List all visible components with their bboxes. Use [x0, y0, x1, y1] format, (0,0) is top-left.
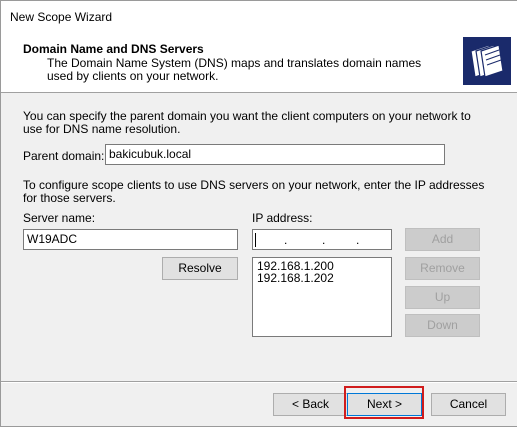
ip-octet-separator: . [356, 233, 360, 247]
cancel-button[interactable]: Cancel [431, 393, 506, 416]
title-bar: New Scope Wizard [1, 1, 517, 31]
dns-servers-intro: To configure scope clients to use DNS se… [23, 178, 485, 205]
page-title: Domain Name and DNS Servers [23, 42, 204, 56]
remove-button[interactable]: Remove [405, 257, 480, 280]
ip-address-label: IP address: [252, 211, 313, 225]
page-description: The Domain Name System (DNS) maps and tr… [47, 56, 422, 83]
server-name-label: Server name: [23, 211, 96, 225]
up-button[interactable]: Up [405, 286, 480, 309]
list-item[interactable]: 192.168.1.202 [257, 272, 387, 284]
parent-domain-label: Parent domain: [23, 149, 105, 163]
text-caret [255, 233, 256, 247]
wizard-header: Domain Name and DNS Servers The Domain N… [1, 31, 517, 93]
parent-domain-intro: You can specify the parent domain you wa… [23, 109, 471, 136]
ip-address-list[interactable]: 192.168.1.200 192.168.1.202 [252, 257, 392, 337]
ip-octet-separator: . [284, 233, 288, 247]
ip-address-input[interactable]: . . . [252, 229, 392, 250]
server-name-input[interactable]: W19ADC [23, 229, 238, 250]
add-button[interactable]: Add [405, 228, 480, 251]
back-button[interactable]: < Back [273, 393, 348, 416]
dns-servers-icon [463, 37, 511, 85]
parent-domain-input[interactable]: bakicubuk.local [105, 144, 445, 165]
down-button[interactable]: Down [405, 314, 480, 337]
wizard-window: New Scope Wizard Domain Name and DNS Ser… [0, 0, 517, 427]
window-title: New Scope Wizard [10, 10, 113, 24]
footer-separator [1, 381, 517, 383]
resolve-button[interactable]: Resolve [162, 257, 238, 280]
highlight-box [344, 386, 424, 419]
ip-octet-separator: . [322, 233, 326, 247]
